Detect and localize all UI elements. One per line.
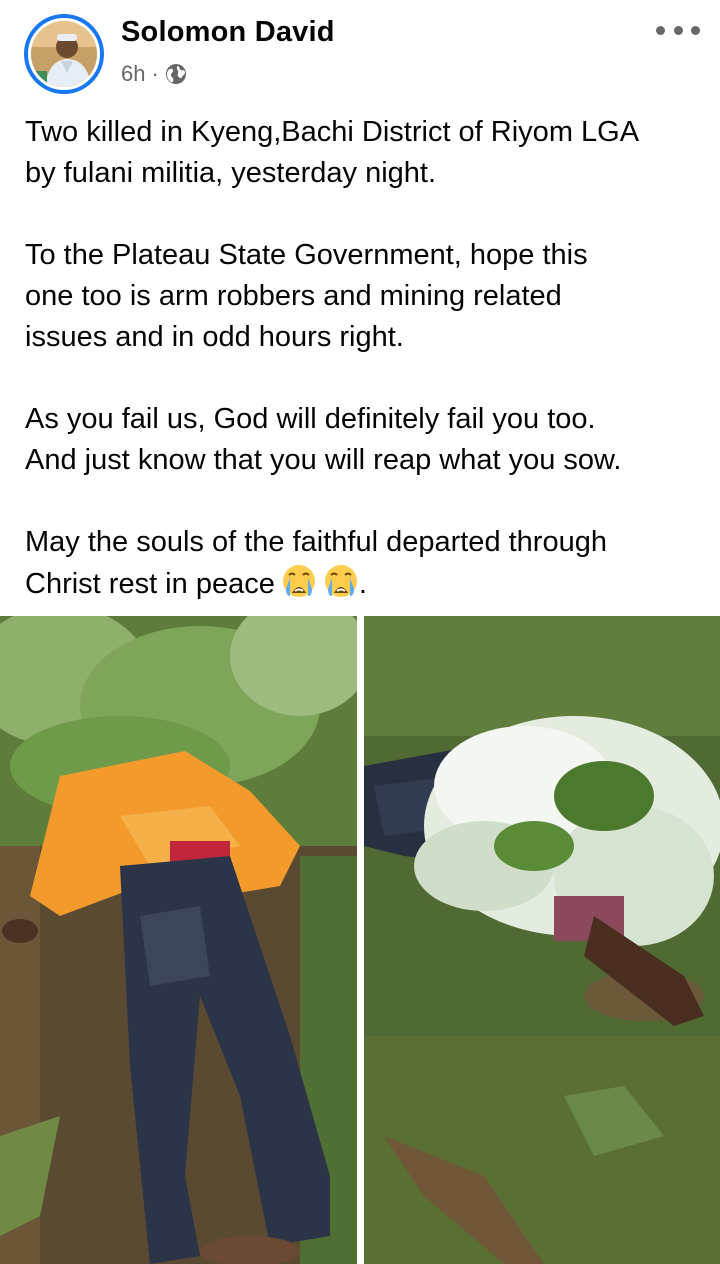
post-text-period: . [358,568,367,600]
more-options-icon[interactable] [656,18,700,42]
post-meta: 6h · [121,60,187,88]
post-text-line: And just know that you will reap what yo… [25,444,622,476]
globe-icon[interactable] [165,63,187,85]
loudly-crying-face-icon [281,563,317,599]
photo-left[interactable] [0,616,357,1264]
meta-separator: · [151,61,159,86]
post-header: Solomon David 6h · [0,0,720,110]
post-time[interactable]: 6h [121,61,145,87]
post-text-span: Christ rest in peace [25,568,275,600]
loudly-crying-face-icon [323,563,359,599]
post-text-line: As you fail us, God will definitely fail… [25,403,596,435]
author-avatar[interactable] [24,14,104,94]
post-text-line: To the Plateau State Government, hope th… [25,239,588,271]
post-body: Two killed in Kyeng,Bachi District of Ri… [25,112,705,605]
post-text-line: one too is arm robbers and mining relate… [25,280,562,312]
post-text-line: issues and in odd hours right. [25,321,404,353]
photo-right[interactable] [364,616,720,1264]
post-text-last-line: Christ rest in peace. [25,563,705,605]
post-text-line: May the souls of the faithful departed t… [25,526,607,558]
author-name[interactable]: Solomon David [121,16,335,49]
avatar-image [31,21,97,87]
post-text-line: by fulani militia, yesterday night. [25,157,437,189]
post-text-line: Two killed in Kyeng,Bachi District of Ri… [25,116,640,148]
photo-grid [0,616,720,1264]
